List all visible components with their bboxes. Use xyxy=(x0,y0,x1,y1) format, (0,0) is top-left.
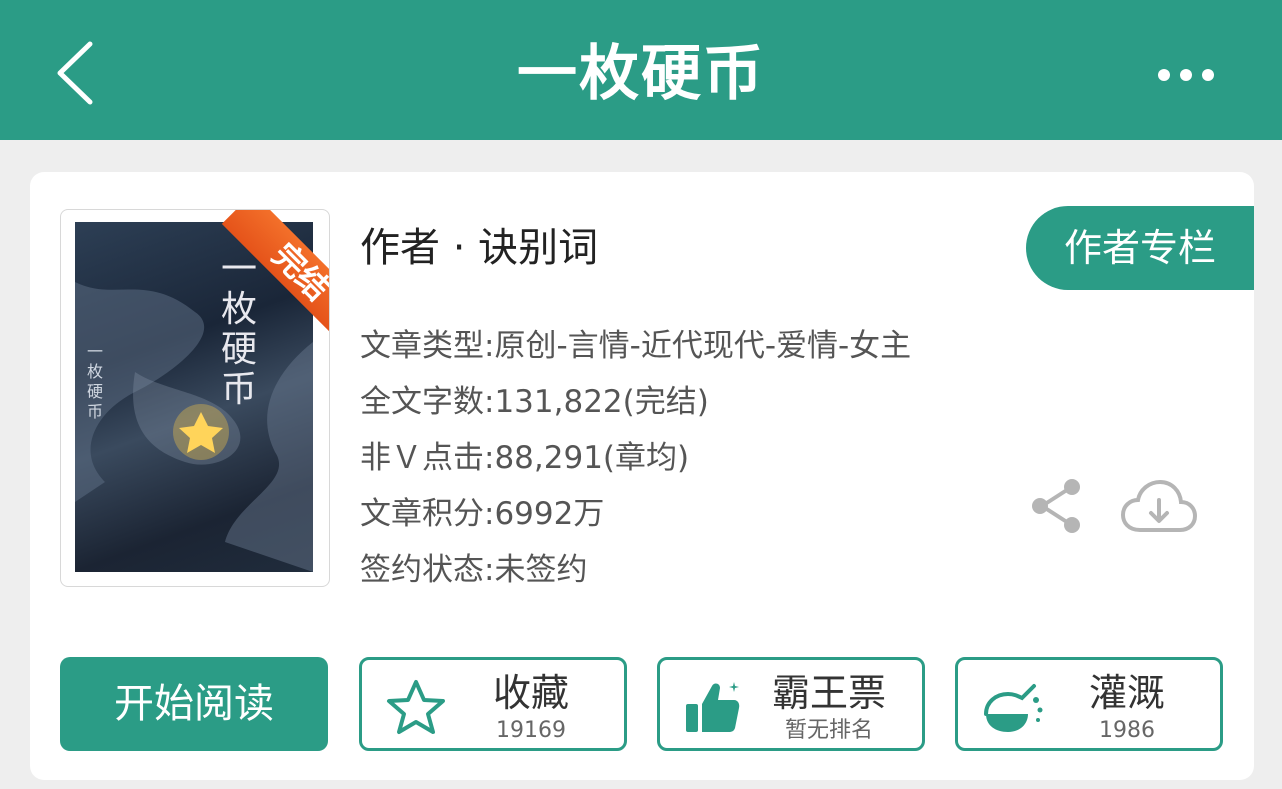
author-column-button[interactable]: 作者专栏 xyxy=(1026,206,1254,290)
page-title: 一枚硬币 xyxy=(517,39,765,109)
star-icon xyxy=(387,680,445,734)
cover-vertical-text: 一枚硬币 xyxy=(87,342,104,421)
share-icon xyxy=(1032,479,1080,533)
vote-button[interactable]: 霸王票 暂无排名 xyxy=(657,657,925,751)
cloud-download-icon xyxy=(1120,479,1198,532)
info-clicks: 非Ｖ点击:88,291(章均) xyxy=(360,440,690,476)
thumbs-up-icon xyxy=(686,682,740,732)
download-button[interactable] xyxy=(1120,478,1198,536)
flask-icon xyxy=(984,684,1043,732)
vote-label: 霸王票 xyxy=(771,671,886,715)
book-cover[interactable]: 一枚硬币 一枚硬币 完结 xyxy=(60,209,330,587)
start-reading-button[interactable]: 开始阅读 xyxy=(60,657,328,751)
nutrient-label: 灌溉 xyxy=(1088,671,1165,715)
more-dots-icon xyxy=(1158,69,1214,81)
more-button[interactable] xyxy=(1156,60,1216,90)
favorite-count: 19169 xyxy=(496,718,566,743)
book-info-list: 文章类型:原创-言情-近代现代-爱情-女主 全文字数:131,822(完结) 非… xyxy=(360,318,911,598)
info-score: 文章积分:6992万 xyxy=(360,496,605,532)
info-genre: 文章类型:原创-言情-近代现代-爱情-女主 xyxy=(360,328,912,364)
info-word-count: 全文字数:131,822(完结) xyxy=(360,384,709,420)
author-name[interactable]: 作者 · 诀别词 xyxy=(360,220,598,276)
book-info-card: 一枚硬币 一枚硬币 完结 作者 · 诀别词 作者专栏 文章类型:原创-言情-近代… xyxy=(30,172,1254,780)
nutrient-button[interactable]: 灌溉 1986 xyxy=(955,657,1223,751)
cover-title: 一枚硬币 xyxy=(221,249,258,410)
top-bar: 一枚硬币 xyxy=(0,0,1282,140)
favorite-label: 收藏 xyxy=(492,671,569,715)
info-sign-status: 签约状态:未签约 xyxy=(360,552,588,588)
favorite-button[interactable]: 收藏 19169 xyxy=(359,657,627,751)
share-button[interactable] xyxy=(1030,478,1082,534)
vote-rank: 暂无排名 xyxy=(784,718,873,743)
nutrient-count: 1986 xyxy=(1099,718,1155,743)
